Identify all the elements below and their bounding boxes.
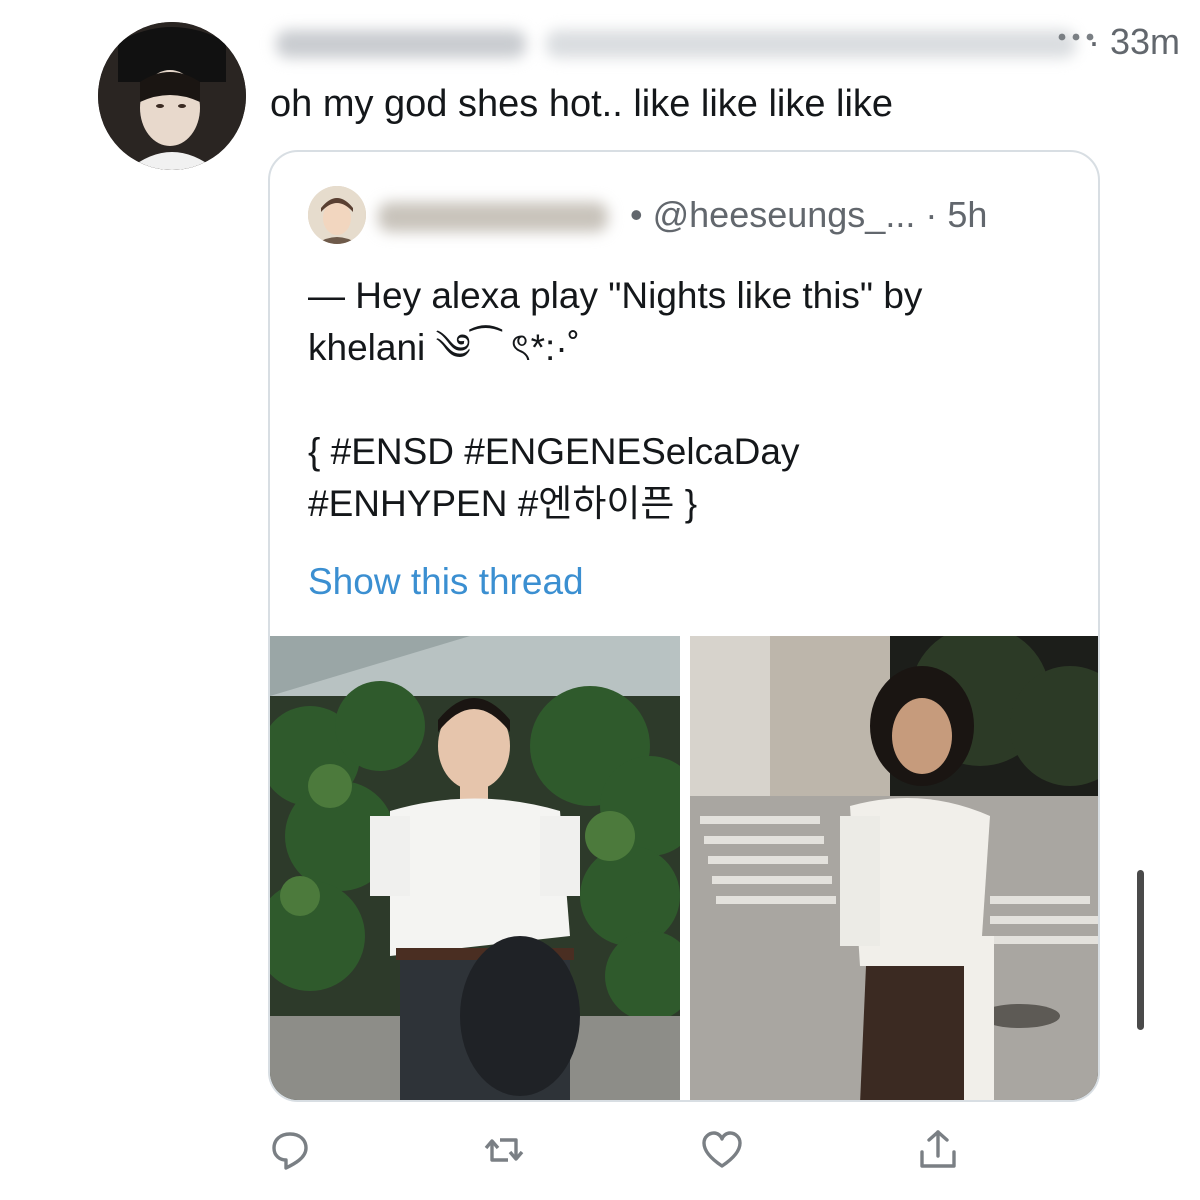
photo-right[interactable] bbox=[690, 636, 1098, 1100]
quoted-avatar-image bbox=[308, 186, 366, 244]
avatar-image bbox=[98, 22, 246, 170]
blurred-quoted-name bbox=[378, 202, 608, 232]
photo-left[interactable] bbox=[270, 636, 680, 1100]
reply-button[interactable] bbox=[268, 1128, 312, 1172]
quoted-author-avatar[interactable] bbox=[308, 186, 366, 244]
retweet-icon bbox=[484, 1138, 524, 1162]
tweet-actions bbox=[0, 1120, 1200, 1180]
photo-right-image bbox=[690, 636, 1098, 1100]
quoted-handle-time: • @heeseungs_... · 5h bbox=[630, 194, 988, 235]
tweet-header: · 33m bbox=[268, 20, 1180, 64]
blurred-display-name bbox=[276, 30, 526, 58]
tweet-time: · 33m bbox=[1088, 21, 1181, 62]
share-icon bbox=[920, 1130, 956, 1168]
scrollbar[interactable] bbox=[1137, 870, 1144, 1030]
show-thread-link[interactable]: Show this thread bbox=[308, 558, 584, 606]
author-avatar[interactable] bbox=[98, 22, 246, 170]
photo-left-image bbox=[270, 636, 680, 1100]
share-button[interactable] bbox=[916, 1128, 960, 1172]
like-button[interactable] bbox=[700, 1128, 744, 1172]
retweet-button[interactable] bbox=[482, 1128, 526, 1172]
quoted-tweet-card[interactable]: • @heeseungs_... · 5h — Hey alexa play "… bbox=[268, 150, 1100, 1102]
blurred-handle bbox=[546, 30, 1076, 58]
like-icon bbox=[702, 1131, 742, 1168]
more-dots-icon[interactable] bbox=[1056, 30, 1096, 44]
tweet-text: oh my god shes hot.. like like like like bbox=[270, 83, 894, 125]
quoted-tweet-text: — Hey alexa play "Nights like this" by k… bbox=[308, 275, 923, 524]
reply-icon bbox=[272, 1132, 308, 1170]
